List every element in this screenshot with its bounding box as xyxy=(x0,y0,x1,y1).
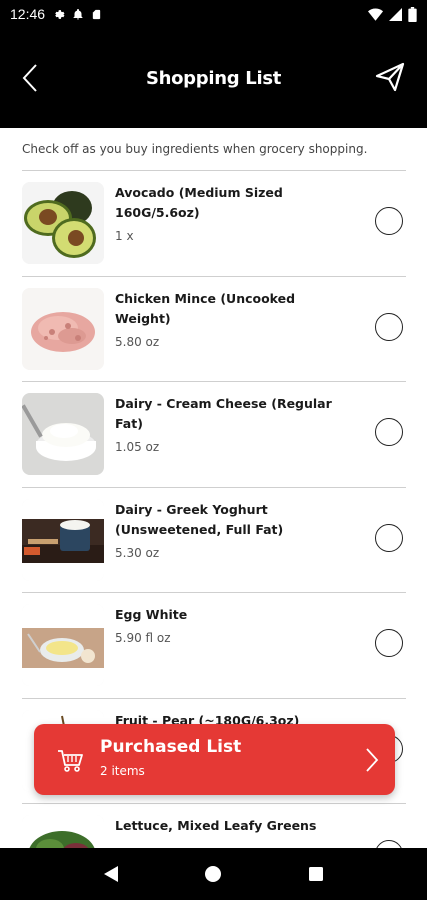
chevron-left-icon xyxy=(22,64,37,92)
list-item[interactable]: Dairy - Cream Cheese (Regular Fat) 1.05 … xyxy=(22,381,406,487)
back-triangle-icon xyxy=(104,866,119,882)
avocado-image xyxy=(22,182,104,264)
item-quantity: 5.30 oz xyxy=(115,545,160,560)
item-name: Chicken Mince (Uncooked Weight) xyxy=(115,290,296,326)
item-quantity: 5.80 oz xyxy=(115,334,160,349)
status-time: 12:46 xyxy=(10,6,46,22)
cream-cheese-image xyxy=(22,393,104,475)
app-header: Shopping List xyxy=(0,28,427,128)
item-checkbox[interactable] xyxy=(375,207,403,235)
item-name: Lettuce, Mixed Leafy Greens xyxy=(115,818,317,833)
notification-bell-icon xyxy=(73,8,83,19)
item-quantity: 1.05 oz xyxy=(115,440,160,454)
sd-card-icon xyxy=(92,9,101,19)
item-name: Egg White xyxy=(115,607,188,622)
item-name: Avocado (Medium Sized 160G/5.6oz) xyxy=(115,185,283,220)
signal-icon xyxy=(389,7,402,21)
status-bar: 12:46 xyxy=(0,0,427,28)
settings-icon xyxy=(55,9,65,19)
purchased-list-count: 2 items xyxy=(100,764,145,778)
purchased-list-title: Purchased List xyxy=(100,737,242,757)
share-button[interactable] xyxy=(373,60,407,94)
purchased-list-button[interactable]: Purchased List 2 items xyxy=(34,724,395,795)
shopping-cart-icon xyxy=(58,750,83,772)
item-checkbox[interactable] xyxy=(375,312,403,341)
page-title: Shopping List xyxy=(145,67,282,89)
nav-recents-button[interactable] xyxy=(296,854,336,894)
send-icon xyxy=(375,62,405,92)
battery-icon xyxy=(408,6,417,22)
nav-back-button[interactable] xyxy=(91,854,131,894)
home-circle-icon xyxy=(205,866,222,882)
greek-yoghurt-image xyxy=(22,498,104,581)
list-item[interactable]: Avocado (Medium Sized 160G/5.6oz) 1 x xyxy=(22,170,406,276)
chicken-mince-image xyxy=(22,287,104,370)
item-name: Dairy - Cream Cheese (Regular Fat) xyxy=(115,396,332,431)
item-name: Dairy - Greek Yoghurt (Unsweetened, Full… xyxy=(115,501,284,537)
item-checkbox[interactable] xyxy=(375,418,403,446)
instructions-text: Check off as you buy ingredients when gr… xyxy=(22,142,368,156)
status-left: 12:46 xyxy=(10,6,102,22)
item-checkbox[interactable] xyxy=(375,629,403,657)
egg-white-image xyxy=(22,604,104,686)
back-button[interactable] xyxy=(14,62,46,94)
item-quantity: 1 x xyxy=(115,229,134,243)
recents-square-icon xyxy=(308,867,323,881)
status-right xyxy=(368,6,417,22)
list-item[interactable]: Chicken Mince (Uncooked Weight) 5.80 oz xyxy=(22,275,406,382)
wifi-icon xyxy=(368,8,383,21)
list-item[interactable]: Egg White 5.90 fl oz xyxy=(22,592,406,698)
item-checkbox[interactable] xyxy=(375,523,403,552)
chevron-right-icon xyxy=(366,748,379,772)
system-nav-bar xyxy=(0,848,427,900)
item-quantity: 5.90 fl oz xyxy=(115,631,171,645)
list-item[interactable]: Dairy - Greek Yoghurt (Unsweetened, Full… xyxy=(22,486,406,593)
nav-home-button[interactable] xyxy=(193,854,233,894)
